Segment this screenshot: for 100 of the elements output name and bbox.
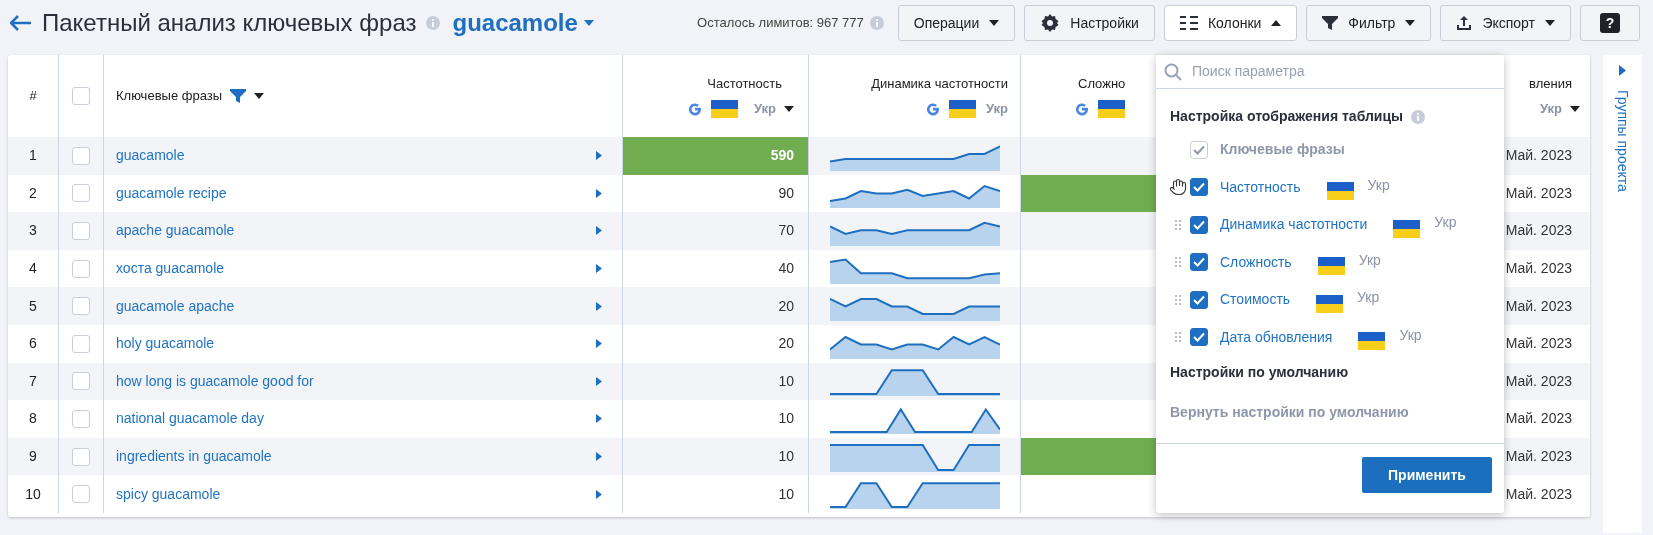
toolbar-button[interactable]: Операции: [897, 5, 1016, 41]
flag-icon: [1393, 219, 1421, 238]
expand-icon[interactable]: [596, 452, 602, 462]
region-label: Укр: [1539, 100, 1562, 118]
back-arrow-icon[interactable]: [10, 15, 32, 31]
caret-icon: [784, 105, 794, 112]
drag-handle-icon[interactable]: [1175, 219, 1181, 230]
caret-icon: [583, 20, 594, 26]
frequency-cell: 10: [622, 400, 808, 438]
expand-icon[interactable]: [596, 339, 602, 349]
column-header[interactable]: вления: [1529, 73, 1572, 93]
expand-icon[interactable]: [596, 301, 602, 311]
caret-icon: [254, 93, 265, 99]
checkbox[interactable]: [1190, 290, 1208, 309]
drag-handle-icon[interactable]: [1175, 294, 1181, 305]
keyword-link[interactable]: national guacamole day: [116, 408, 264, 430]
expand-icon[interactable]: [596, 151, 602, 161]
flag-icon: [948, 99, 976, 118]
search-icon: [1164, 62, 1182, 81]
expand-icon[interactable]: [596, 264, 602, 274]
section-title: Настройки по умолчанию: [1169, 363, 1350, 382]
row-number: 1: [29, 146, 37, 166]
apply-button[interactable]: Применить: [1362, 457, 1492, 493]
keyword-link[interactable]: guacamole: [116, 145, 185, 167]
help-button[interactable]: ?: [1580, 5, 1640, 41]
drag-handle-icon[interactable]: [1175, 257, 1181, 268]
drag-handle-icon[interactable]: [1175, 332, 1181, 343]
expand-icon[interactable]: [596, 414, 602, 424]
flag-icon: [1316, 294, 1344, 313]
caret-icon: [989, 20, 1000, 26]
date-cell-text: Май. 2023: [1505, 484, 1572, 504]
expand-icon[interactable]: [596, 376, 602, 386]
check-icon: [1193, 257, 1205, 268]
side-panel[interactable]: Группы проекта: [1603, 55, 1642, 533]
expand-icon: [1619, 65, 1626, 76]
expand-icon[interactable]: [596, 226, 602, 236]
column-header[interactable]: Сложно: [1078, 74, 1126, 94]
panel-title: Настройка отображения таблицы: [1170, 107, 1403, 126]
flag-icon: [1358, 332, 1386, 351]
flag-icon: [710, 99, 738, 118]
checkbox[interactable]: [1190, 215, 1208, 234]
caret-icon: [1405, 20, 1416, 26]
keyword-link[interactable]: ingredients in guacamole: [116, 446, 272, 468]
column-header[interactable]: Ключевые фразы: [116, 86, 223, 106]
filter-icon[interactable]: [230, 88, 247, 104]
keyword-link[interactable]: хоста guacamole: [116, 258, 225, 280]
expand-icon[interactable]: [596, 188, 602, 198]
check-icon: [1193, 144, 1205, 155]
date-cell-text: Май. 2023: [1505, 259, 1572, 279]
date-cell-text: Май. 2023: [1505, 409, 1572, 429]
toolbar-button[interactable]: Колонки: [1163, 5, 1298, 41]
keyword-link[interactable]: apache guacamole: [116, 220, 235, 242]
check-icon: [1193, 219, 1205, 230]
hand-cursor-icon: [1169, 178, 1187, 197]
row-number: 10: [25, 484, 41, 504]
filter-icon: [1322, 15, 1339, 31]
frequency-cell: 20: [622, 287, 808, 325]
upload-icon: [1456, 15, 1473, 31]
column-header[interactable]: Динамика частотности: [871, 73, 1008, 93]
row-number: 5: [29, 296, 37, 316]
frequency-cell: 20: [622, 324, 808, 363]
frequency-cell: 590: [622, 137, 808, 175]
date-cell-text: Май. 2023: [1505, 221, 1572, 241]
date-cell-text: Май. 2023: [1505, 371, 1572, 391]
column-option[interactable]: Частотность: [1220, 176, 1301, 198]
settings-icon: [1040, 13, 1061, 33]
check-icon: [1193, 182, 1205, 193]
column-option[interactable]: Стоимость: [1220, 289, 1291, 311]
column-option[interactable]: Сложность: [1220, 251, 1292, 273]
toolbar-button[interactable]: Настройки: [1024, 5, 1155, 41]
search-field[interactable]: Поиск параметра: [1192, 61, 1492, 82]
page-title: Пакетный анализ ключевых фраз: [42, 8, 417, 38]
checkbox[interactable]: [1190, 328, 1208, 347]
flag-icon: [1317, 257, 1345, 276]
region-label: Укр: [753, 100, 776, 118]
toolbar-button[interactable]: Фильтр: [1306, 5, 1432, 41]
keyword-link[interactable]: holy guacamole: [116, 333, 215, 355]
column-header[interactable]: Частотность: [707, 73, 782, 93]
column-option: Ключевые фразы: [1220, 139, 1345, 161]
keyword-link[interactable]: how long is guacamole good for: [116, 370, 314, 392]
project-selector[interactable]: guacamole: [452, 5, 594, 41]
column-option[interactable]: Дата обновления: [1220, 326, 1333, 348]
column-option[interactable]: Динамика частотности: [1220, 214, 1368, 236]
keyword-link[interactable]: guacamole recipe: [116, 182, 227, 204]
region-label: Укр: [1357, 288, 1380, 308]
keyword-link[interactable]: spicy guacamole: [116, 483, 221, 505]
checkbox[interactable]: [1190, 253, 1208, 272]
expand-icon[interactable]: [596, 489, 602, 499]
row-number: 3: [29, 221, 37, 241]
row-number: 9: [29, 447, 37, 467]
checkbox[interactable]: [1190, 178, 1208, 197]
info-icon: [869, 16, 884, 30]
column-header: #: [29, 87, 37, 106]
region-label: Укр: [1367, 175, 1390, 195]
toolbar-button[interactable]: Экспорт: [1440, 5, 1571, 41]
row-number: 8: [29, 409, 37, 429]
check-icon: [1193, 332, 1205, 343]
region-label: Укр: [1358, 250, 1381, 270]
keyword-link[interactable]: guacamole apache: [116, 295, 235, 317]
limits-text: Осталось лимитов: 967 777: [697, 14, 864, 33]
